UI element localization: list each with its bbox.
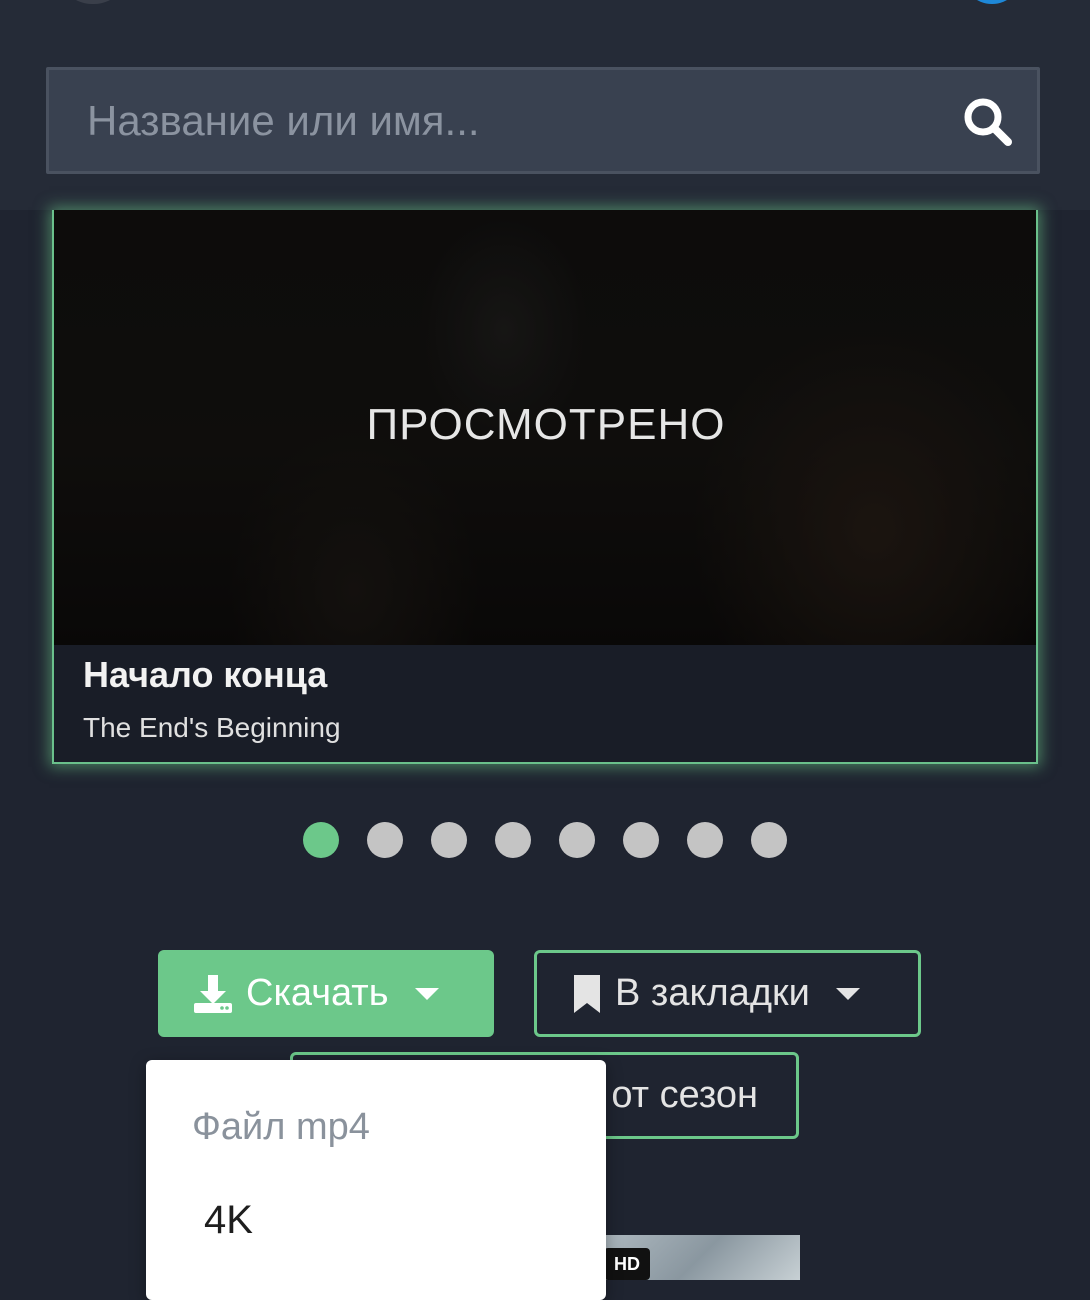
carousel-dot[interactable] bbox=[367, 822, 403, 858]
episode-thumbnail[interactable]: ПРОСМОТРЕНО bbox=[54, 210, 1036, 645]
carousel-dots bbox=[0, 822, 1090, 858]
avatar[interactable] bbox=[58, 0, 128, 4]
top-bar bbox=[0, 0, 1090, 210]
carousel-dot[interactable] bbox=[623, 822, 659, 858]
carousel-dot[interactable] bbox=[559, 822, 595, 858]
menu-header: Файл mp4 bbox=[192, 1106, 370, 1148]
carousel-dot[interactable] bbox=[751, 822, 787, 858]
search-input[interactable] bbox=[79, 70, 955, 171]
carousel-dot[interactable] bbox=[687, 822, 723, 858]
search-icon[interactable] bbox=[961, 95, 1015, 149]
download-button[interactable]: Скачать bbox=[158, 950, 494, 1037]
download-label: Скачать bbox=[246, 972, 389, 1014]
watched-overlay: ПРОСМОТРЕНО bbox=[366, 400, 726, 449]
carousel-dot[interactable] bbox=[303, 822, 339, 858]
download-icon bbox=[194, 974, 232, 1013]
carousel-dot[interactable] bbox=[495, 822, 531, 858]
episode-title: Начало конца bbox=[83, 654, 328, 695]
carousel-dot[interactable] bbox=[431, 822, 467, 858]
episode-original-title: The End's Beginning bbox=[83, 712, 341, 743]
search-box bbox=[46, 67, 1040, 174]
download-dropdown-menu: Файл mp4 4K bbox=[146, 1060, 606, 1300]
season-label: от сезон bbox=[611, 1074, 758, 1116]
chevron-down-icon bbox=[835, 987, 860, 1000]
episode-card[interactable]: ПРОСМОТРЕНО Начало конца The End's Begin… bbox=[52, 210, 1038, 764]
menu-item-4k[interactable]: 4K bbox=[204, 1198, 253, 1243]
chevron-down-icon bbox=[414, 987, 439, 1000]
bookmark-button[interactable]: В закладки bbox=[534, 950, 921, 1037]
bookmark-label: В закладки bbox=[615, 972, 810, 1014]
hd-badge-icon: HD bbox=[604, 1248, 650, 1280]
profile-icon[interactable] bbox=[962, 0, 1022, 4]
bookmark-icon bbox=[574, 974, 600, 1013]
